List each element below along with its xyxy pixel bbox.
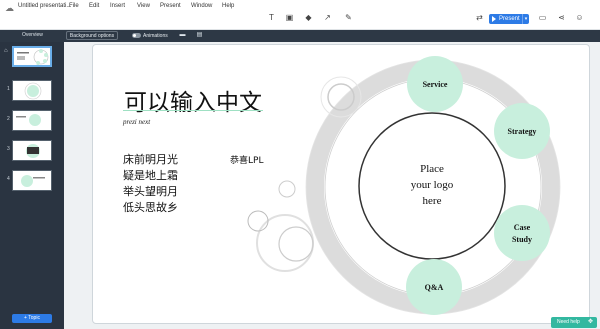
topic-label-strategy: Strategy: [508, 127, 537, 136]
decor-circle: [247, 210, 269, 232]
logo-line: Place: [420, 163, 444, 175]
need-help-button[interactable]: Need help ✥: [551, 317, 597, 328]
topic-label-case: Case: [514, 223, 531, 232]
help-icon: ✥: [587, 319, 593, 325]
logo-line: here: [423, 195, 442, 207]
logo-line: your logo: [411, 179, 454, 191]
topic-label-study: Study: [512, 235, 532, 244]
circles-diagram: Place your logo here Service Strategy Ca…: [247, 56, 561, 315]
decor-circle: [278, 180, 296, 198]
decor-circle: [278, 226, 314, 262]
topic-circle-case-study[interactable]: [494, 205, 550, 261]
need-help-label: Need help: [557, 319, 580, 325]
topic-label-service: Service: [423, 80, 448, 89]
topic-label-qa: Q&A: [425, 283, 444, 292]
decor-circle: [256, 214, 314, 272]
